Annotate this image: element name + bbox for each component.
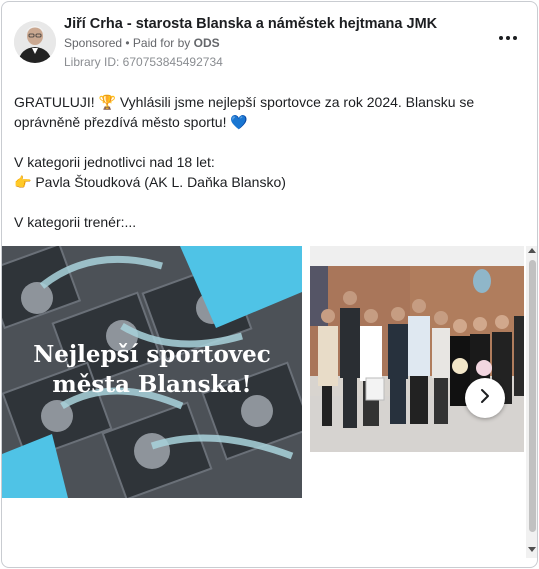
- scroll-up-icon[interactable]: [528, 248, 536, 253]
- body-line-4: V kategorii trenér:...: [14, 214, 137, 230]
- carousel-slide-1[interactable]: Nejlepší sportovec města Blanska!: [2, 246, 302, 498]
- carousel-slide-2[interactable]: [310, 246, 524, 452]
- post-body: GRATULUJI! 🏆 Vyhlásili jsme nejlepší spo…: [14, 92, 514, 232]
- more-horizontal-icon: [499, 36, 517, 40]
- author-name[interactable]: Jiří Crha - starosta Blanska a náměstek …: [64, 16, 437, 32]
- paid-by-name[interactable]: ODS: [194, 36, 220, 50]
- author-avatar[interactable]: [14, 21, 56, 63]
- body-line-1: GRATULUJI! 🏆 Vyhlásili jsme nejlepší spo…: [14, 94, 475, 130]
- body-line-3: 👉 Pavla Štoudková (AK L. Daňka Blansko): [14, 174, 286, 190]
- library-id: Library ID: 670753845492734: [64, 55, 223, 69]
- sponsored-label: Sponsored: [64, 36, 123, 50]
- slide-1-title-line-1: Nejlepší sportovec: [33, 341, 271, 368]
- slide-1-title: Nejlepší sportovec města Blanska!: [2, 340, 302, 400]
- ad-card: Jiří Crha - starosta Blanska a náměstek …: [1, 1, 538, 568]
- media-carousel[interactable]: Nejlepší sportovec města Blanska!: [2, 246, 525, 500]
- paid-for-label: • Paid for by: [125, 36, 191, 50]
- scroll-down-icon[interactable]: [528, 547, 536, 552]
- slide-1-title-line-2: města Blanska!: [52, 371, 252, 398]
- more-options-button[interactable]: [496, 30, 520, 46]
- chevron-right-icon: [477, 388, 493, 409]
- sponsored-meta: Sponsored • Paid for by ODS: [64, 36, 220, 50]
- body-line-2: V kategorii jednotlivci nad 18 let:: [14, 154, 215, 170]
- carousel-next-button[interactable]: [465, 378, 505, 418]
- scrollbar-thumb[interactable]: [529, 260, 536, 532]
